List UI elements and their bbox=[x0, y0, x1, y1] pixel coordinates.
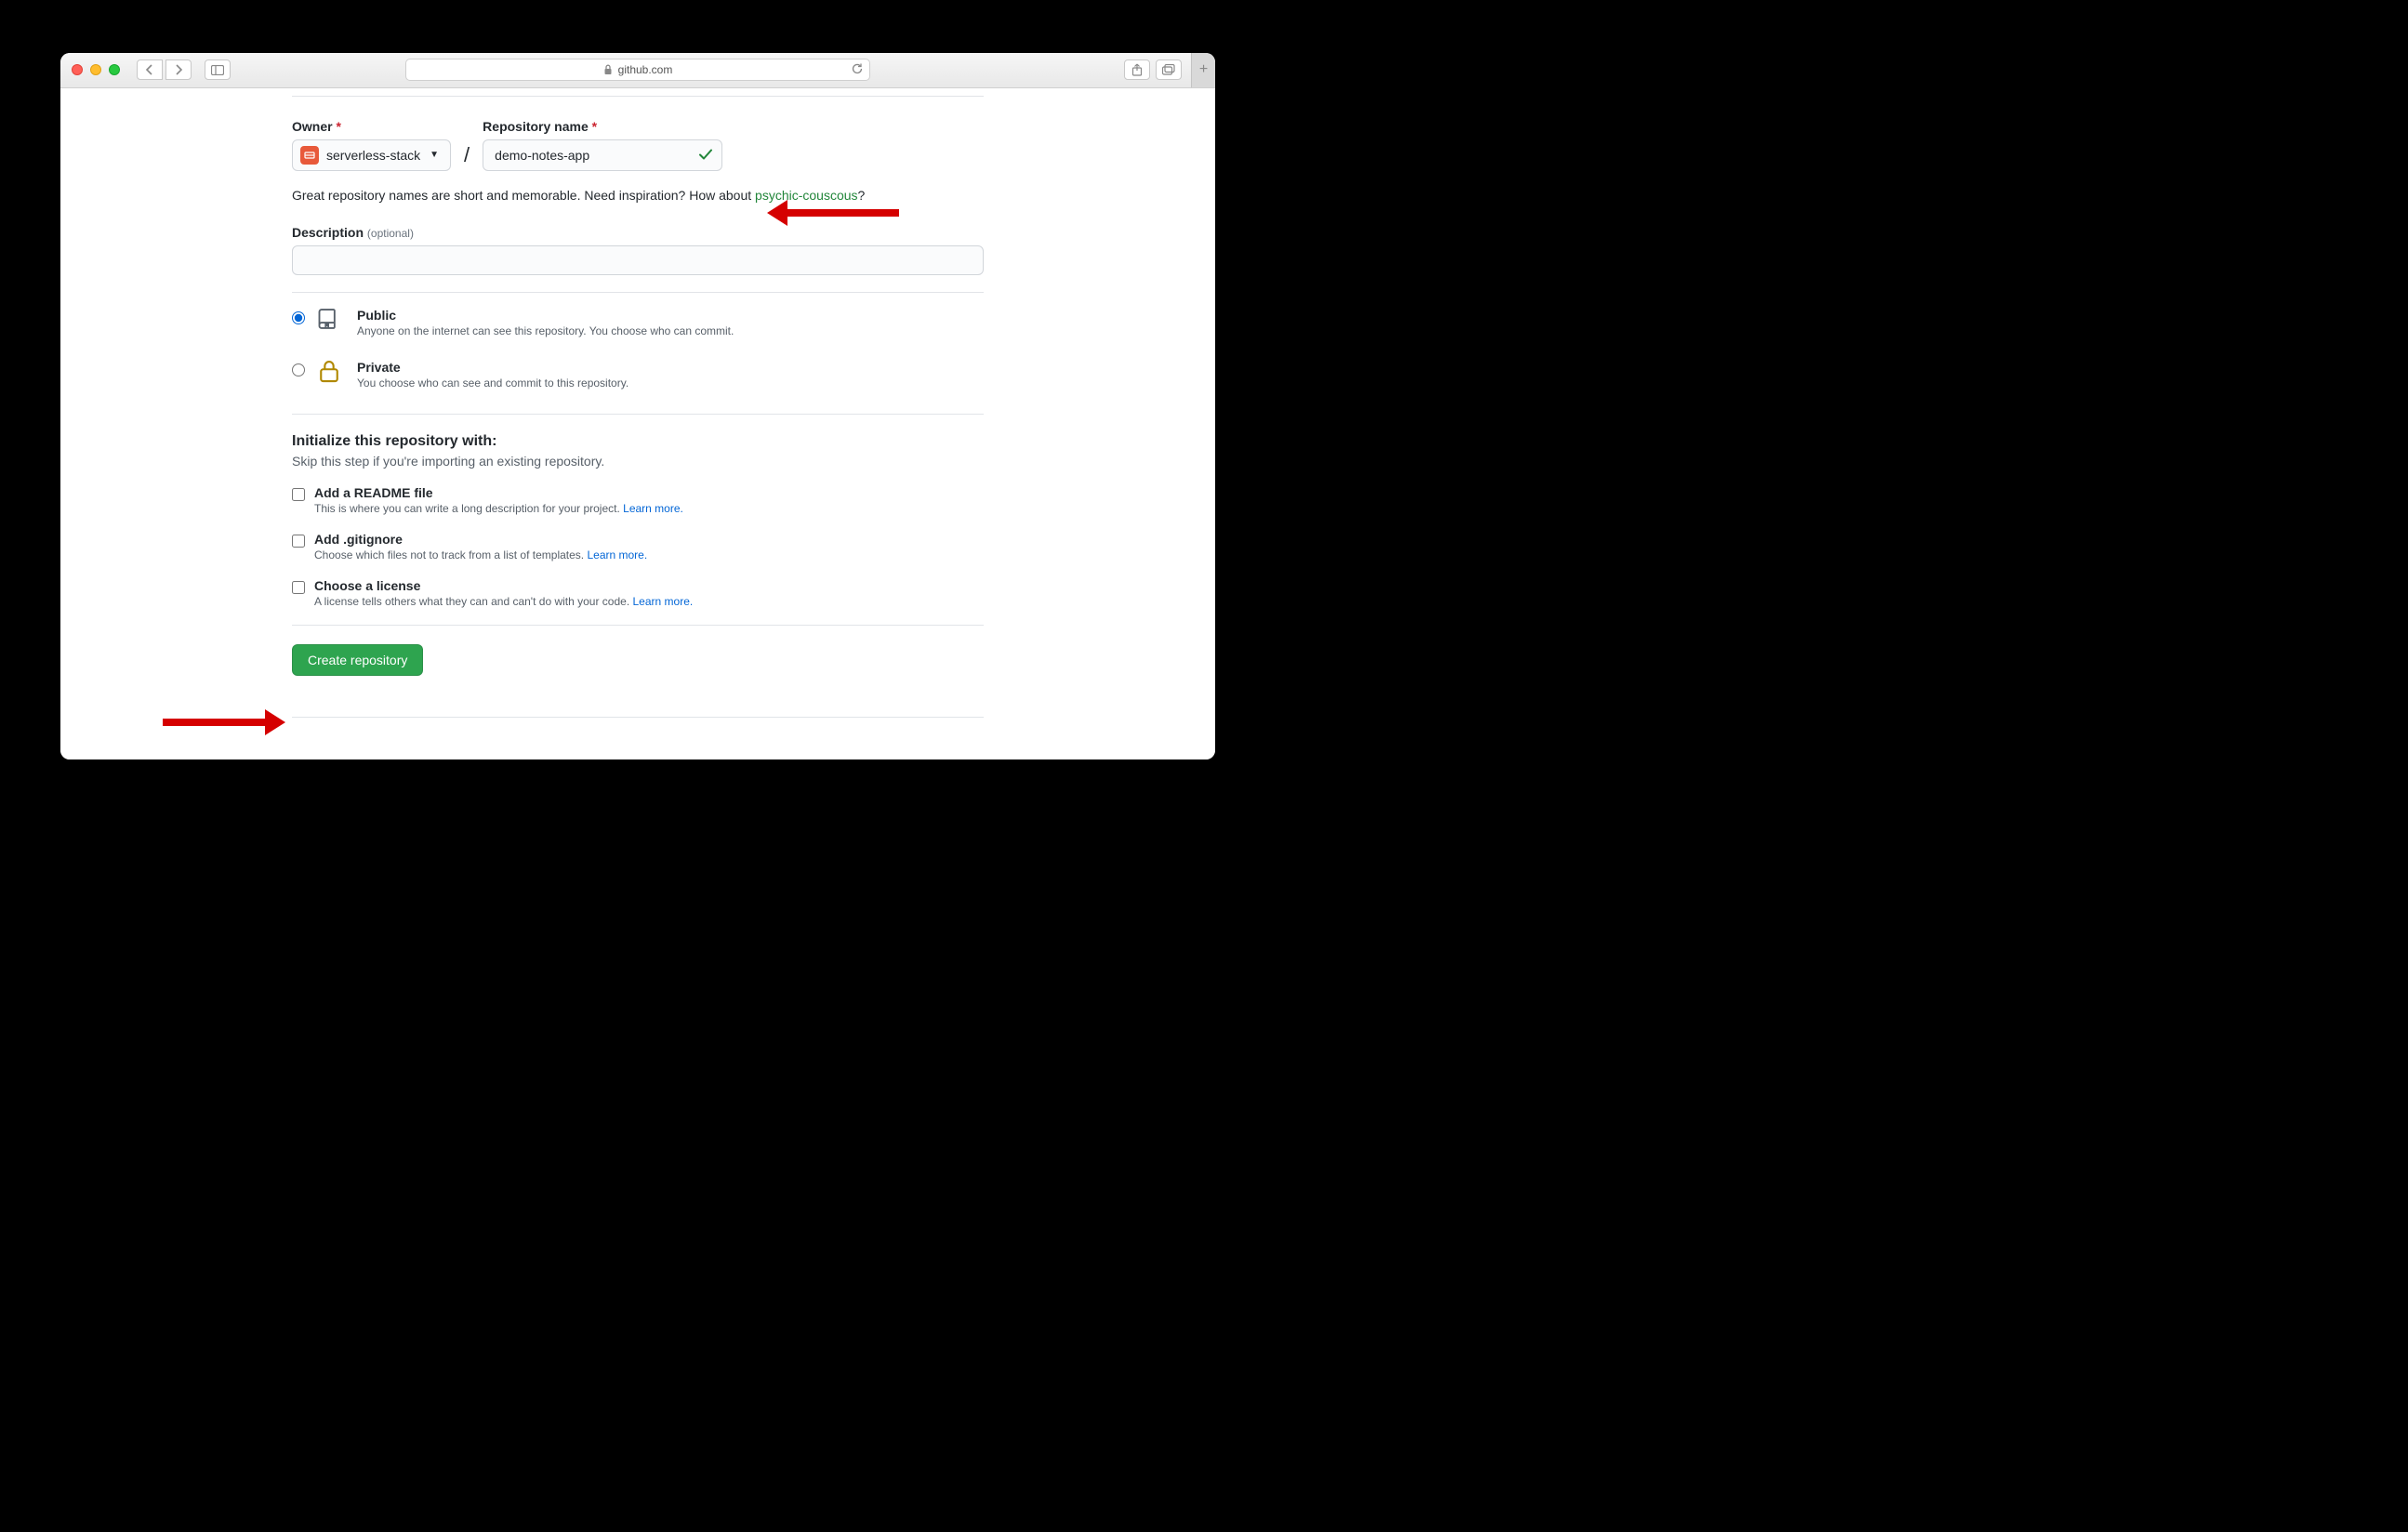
visibility-public-row: Public Anyone on the internet can see th… bbox=[292, 293, 984, 345]
license-row: Choose a license A license tells others … bbox=[292, 578, 984, 608]
back-button[interactable] bbox=[137, 59, 163, 80]
tabs-button[interactable] bbox=[1156, 59, 1182, 80]
license-title: Choose a license bbox=[314, 578, 693, 593]
gitignore-row: Add .gitignore Choose which files not to… bbox=[292, 532, 984, 561]
gitignore-checkbox[interactable] bbox=[292, 535, 305, 548]
license-desc: A license tells others what they can and… bbox=[314, 595, 693, 608]
license-text: Choose a license A license tells others … bbox=[314, 578, 693, 608]
nav-back-forward bbox=[137, 59, 192, 80]
gitignore-title: Add .gitignore bbox=[314, 532, 647, 547]
annotation-arrow bbox=[767, 204, 899, 222]
divider bbox=[292, 414, 984, 415]
divider bbox=[292, 625, 984, 626]
repo-icon bbox=[316, 306, 346, 337]
divider bbox=[292, 96, 984, 97]
initialize-title: Initialize this repository with: bbox=[292, 433, 984, 450]
repo-name-field: Repository name * bbox=[483, 119, 722, 171]
visibility-public-title: Public bbox=[357, 308, 734, 323]
address-bar[interactable]: github.com bbox=[405, 59, 870, 81]
toolbar-right: + bbox=[1124, 53, 1204, 88]
gitignore-learn-more-link[interactable]: Learn more. bbox=[587, 548, 647, 561]
owner-label-text: Owner bbox=[292, 119, 333, 134]
divider bbox=[292, 717, 984, 718]
visibility-public-desc: Anyone on the internet can see this repo… bbox=[357, 324, 734, 337]
check-icon bbox=[698, 147, 713, 166]
owner-repo-row: Owner * serverless-stack ▼ / Repository … bbox=[292, 119, 984, 171]
visibility-private-title: Private bbox=[357, 360, 628, 375]
owner-avatar-icon bbox=[300, 146, 319, 165]
new-tab-button[interactable]: + bbox=[1191, 53, 1215, 88]
repo-name-helper: Great repository names are short and mem… bbox=[292, 188, 984, 203]
repo-name-input-wrap bbox=[483, 139, 722, 171]
repo-name-input[interactable] bbox=[483, 139, 722, 171]
gitignore-text: Add .gitignore Choose which files not to… bbox=[314, 532, 647, 561]
share-button[interactable] bbox=[1124, 59, 1150, 80]
description-optional: (optional) bbox=[367, 227, 414, 240]
gitignore-desc-text: Choose which files not to track from a l… bbox=[314, 548, 587, 561]
lock-icon bbox=[603, 64, 613, 75]
zoom-window-button[interactable] bbox=[109, 64, 120, 75]
sidebar-toggle-button[interactable] bbox=[205, 59, 231, 80]
initialize-subtitle: Skip this step if you're importing an ex… bbox=[292, 454, 984, 469]
license-desc-text: A license tells others what they can and… bbox=[314, 595, 633, 608]
readme-desc: This is where you can write a long descr… bbox=[314, 502, 683, 515]
url-host: github.com bbox=[618, 63, 673, 76]
forward-button[interactable] bbox=[165, 59, 192, 80]
annotation-arrow bbox=[163, 713, 285, 732]
gitignore-desc: Choose which files not to track from a l… bbox=[314, 548, 647, 561]
helper-suffix: ? bbox=[858, 188, 866, 203]
description-input[interactable] bbox=[292, 245, 984, 275]
owner-selected-value: serverless-stack bbox=[326, 148, 420, 163]
visibility-private-radio[interactable] bbox=[292, 363, 305, 376]
readme-row: Add a README file This is where you can … bbox=[292, 485, 984, 515]
reload-icon[interactable] bbox=[851, 62, 864, 78]
visibility-private-row: Private You choose who can see and commi… bbox=[292, 345, 984, 397]
owner-select[interactable]: serverless-stack ▼ bbox=[292, 139, 451, 171]
visibility-public-text: Public Anyone on the internet can see th… bbox=[357, 308, 734, 337]
license-checkbox[interactable] bbox=[292, 581, 305, 594]
readme-checkbox[interactable] bbox=[292, 488, 305, 501]
lock-icon bbox=[316, 358, 346, 389]
visibility-private-text: Private You choose who can see and commi… bbox=[357, 360, 628, 390]
submit-row: Create repository bbox=[292, 644, 984, 698]
description-label-text: Description bbox=[292, 225, 364, 240]
helper-prefix: Great repository names are short and mem… bbox=[292, 188, 755, 203]
slash-separator: / bbox=[462, 143, 471, 171]
repo-name-label: Repository name * bbox=[483, 119, 722, 134]
page-content: Owner * serverless-stack ▼ / Repository … bbox=[60, 88, 1215, 759]
readme-title: Add a README file bbox=[314, 485, 683, 500]
browser-window: github.com + Owner * bbox=[60, 53, 1215, 759]
visibility-private-desc: You choose who can see and commit to thi… bbox=[357, 376, 628, 390]
owner-field: Owner * serverless-stack ▼ bbox=[292, 119, 451, 171]
readme-text: Add a README file This is where you can … bbox=[314, 485, 683, 515]
create-repository-button[interactable]: Create repository bbox=[292, 644, 423, 676]
license-learn-more-link[interactable]: Learn more. bbox=[633, 595, 694, 608]
new-repo-form: Owner * serverless-stack ▼ / Repository … bbox=[292, 88, 984, 718]
readme-learn-more-link[interactable]: Learn more. bbox=[623, 502, 683, 515]
window-controls bbox=[72, 64, 120, 75]
required-asterisk: * bbox=[592, 119, 597, 134]
titlebar: github.com + bbox=[60, 53, 1215, 88]
caret-down-icon: ▼ bbox=[430, 150, 439, 160]
close-window-button[interactable] bbox=[72, 64, 83, 75]
visibility-public-radio[interactable] bbox=[292, 311, 305, 324]
repo-name-label-text: Repository name bbox=[483, 119, 589, 134]
minimize-window-button[interactable] bbox=[90, 64, 101, 75]
required-asterisk: * bbox=[336, 119, 340, 134]
readme-desc-text: This is where you can write a long descr… bbox=[314, 502, 623, 515]
owner-label: Owner * bbox=[292, 119, 451, 134]
description-label: Description (optional) bbox=[292, 225, 984, 240]
